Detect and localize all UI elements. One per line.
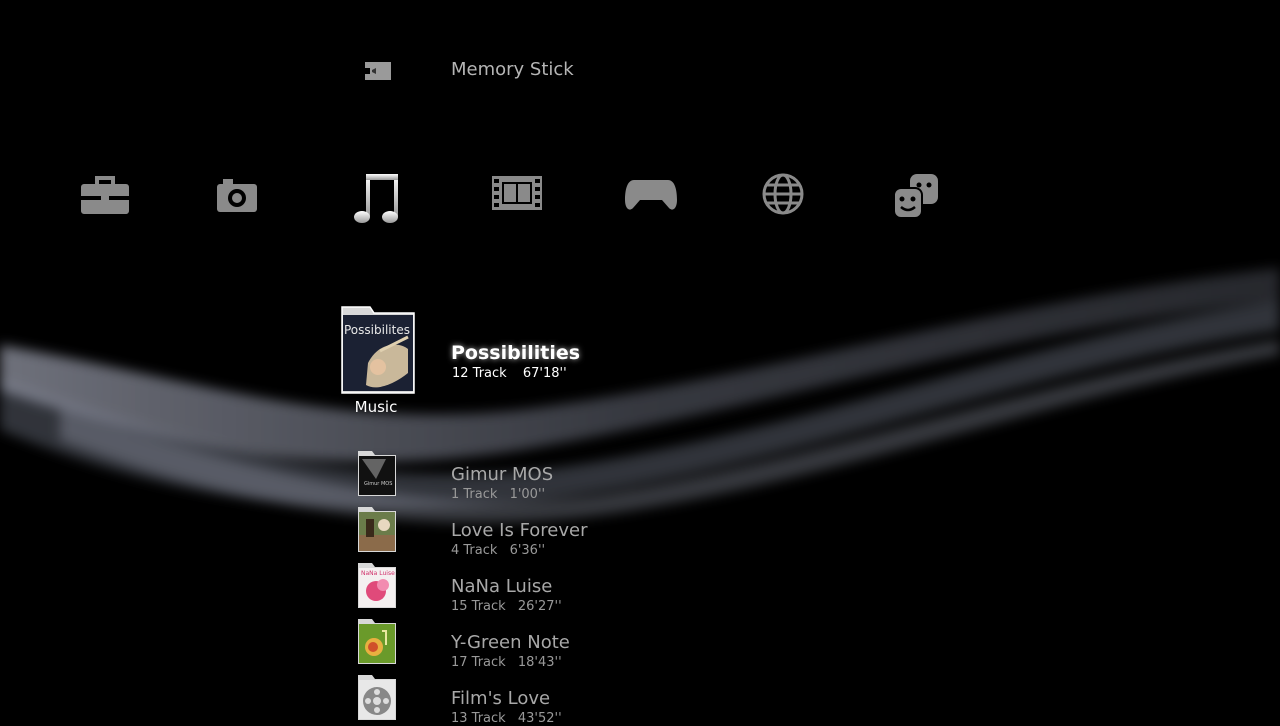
friends-icon [893, 174, 938, 219]
album-duration: 1'00'' [509, 487, 546, 502]
album-folder-icon [358, 619, 396, 664]
focused-duration: 67'18'' [522, 366, 567, 381]
category-network[interactable] [748, 172, 818, 236]
category-friends[interactable] [882, 172, 952, 236]
background-wave [0, 268, 1280, 523]
album-meta: 17 Track 18'43'' [451, 655, 562, 670]
device-row[interactable]: Memory Stick [362, 56, 662, 86]
album-duration: 43'52'' [517, 711, 562, 726]
album-meta: 4 Track 6'36'' [451, 543, 545, 558]
category-label: Music [354, 398, 398, 416]
category-game[interactable] [616, 172, 686, 236]
album-duration: 6'36'' [509, 543, 546, 558]
category-settings[interactable] [70, 172, 140, 236]
music-note-icon [354, 174, 398, 223]
album-track-count: 17 Track [451, 655, 506, 670]
film-icon [492, 176, 542, 210]
list-item[interactable]: NaNa Luise NaNa Luise 15 Track 26'27'' [356, 561, 656, 614]
focused-cover-text: Possibilites [344, 323, 410, 337]
album-cover-text: NaNa Luise [361, 570, 395, 577]
globe-icon [762, 173, 804, 215]
album-title: Gimur MOS [451, 464, 554, 485]
album-duration: 18'43'' [517, 655, 562, 670]
album-folder-icon [358, 563, 396, 608]
device-label: Memory Stick [451, 59, 574, 80]
album-title: NaNa Luise [451, 576, 553, 597]
list-item[interactable]: Y-Green Note 17 Track 18'43'' [356, 617, 656, 670]
focused-track-count: 12 Track [452, 366, 507, 381]
album-cover-text: Gimur MOS [364, 481, 393, 487]
gamepad-icon [625, 180, 677, 210]
album-folder-icon [358, 451, 396, 496]
album-title: Y-Green Note [451, 632, 570, 653]
album-folder-icon [341, 306, 415, 394]
focused-album-title[interactable]: Possibilities [451, 342, 580, 364]
category-video[interactable] [482, 172, 552, 236]
focused-album-meta: 12 Track 67'18'' [452, 366, 567, 381]
list-item[interactable]: Film's Love 13 Track 43'52'' [356, 673, 656, 726]
album-meta: 15 Track 26'27'' [451, 599, 562, 614]
camera-icon [217, 179, 257, 212]
category-photo[interactable] [202, 172, 272, 236]
album-folder-icon [358, 507, 396, 552]
album-duration: 26'27'' [517, 599, 562, 614]
album-title: Film's Love [451, 688, 551, 709]
album-track-count: 13 Track [451, 711, 506, 726]
album-meta: 13 Track 43'52'' [451, 711, 562, 726]
album-meta: 1 Track 1'00'' [451, 487, 545, 502]
memory-stick-icon [365, 62, 391, 80]
toolbox-icon [81, 176, 129, 214]
album-title: Love Is Forever [451, 520, 588, 541]
album-track-count: 15 Track [451, 599, 506, 614]
album-track-count: 1 Track [451, 487, 498, 502]
album-folder-icon [358, 675, 396, 720]
album-track-count: 4 Track [451, 543, 498, 558]
focused-album-cover[interactable]: Possibilites [338, 303, 418, 395]
list-item[interactable]: Gimur MOS Gimur MOS 1 Track 1'00'' [356, 449, 656, 502]
list-item[interactable]: Love Is Forever 4 Track 6'36'' [356, 505, 656, 558]
category-music[interactable]: Music [341, 166, 411, 416]
